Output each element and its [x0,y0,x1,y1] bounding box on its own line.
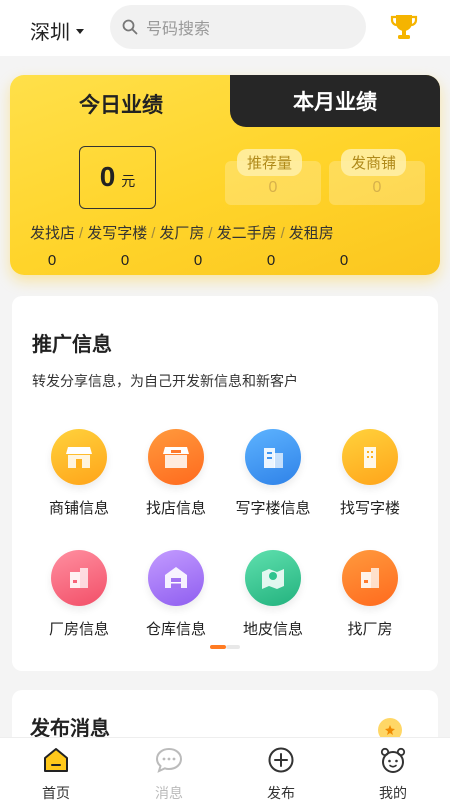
message-icon [155,747,183,773]
nav-label: 我的 [379,785,407,800]
today-amount-box: 0 元 [79,146,156,209]
stat-separator: / [208,225,213,242]
find-factory-icon [342,550,398,606]
stat-label-office: 发写字楼 [87,225,148,242]
metric-shops: 发商铺 0 [329,149,425,205]
metric-recommend: 推荐量 0 [225,149,321,205]
land-map-icon [245,550,301,606]
factory-icon [51,550,107,606]
grid-item-find-factory[interactable]: 找厂房 [322,550,418,639]
grid-item-label: 找店信息 [145,500,206,517]
amount-value: 0 [99,161,116,192]
stat-value-find-shop: 0 [47,252,57,269]
bottom-nav: 首页 消息 发布 我的 [0,737,450,800]
caret-down-icon [76,29,84,34]
find-office-icon [342,429,398,485]
home-icon [44,748,68,772]
trophy-icon[interactable] [390,12,418,42]
amount-unit: 元 [121,173,136,189]
warehouse-icon [148,550,204,606]
stat-separator: / [280,225,285,242]
grid-item-find-shop[interactable]: 找店信息 [128,429,224,518]
grid-item-label: 商铺信息 [48,500,109,517]
search-placeholder: 号码搜索 [146,21,211,38]
grid-item-label: 仓库信息 [145,621,206,638]
stat-separator: / [151,225,156,242]
grid-item-shop[interactable]: 商铺信息 [31,429,127,518]
tab-today-performance[interactable]: 今日业绩 [10,75,232,133]
office-building-icon [245,429,301,485]
shop-icon [51,429,107,485]
stat-label-factory: 发厂房 [159,225,205,242]
metric-shops-value: 0 [372,179,382,196]
promotion-card: 推广信息 转发分享信息，为自己开发新信息和新客户 商铺信息 找店信息 写字楼信息… [12,296,438,671]
page-indicator-inactive [226,645,240,649]
tab-month-performance[interactable]: 本月业绩 [230,75,440,127]
stat-value-secondhand: 0 [266,252,276,269]
stat-value-office: 0 [120,252,130,269]
stat-labels-row: 发找店 / 发写字楼 / 发厂房 / 发二手房 / 发租房 [30,222,334,243]
grid-item-label: 写字楼信息 [235,500,311,517]
grid-item-warehouse[interactable]: 仓库信息 [128,550,224,639]
stat-separator: / [79,225,84,242]
nav-item-home[interactable]: 首页 [26,746,86,800]
stat-label-find-shop: 发找店 [30,225,76,242]
grid-item-label: 找写字楼 [339,500,400,517]
stat-label-rental: 发租房 [288,225,334,242]
nav-label: 消息 [155,785,183,800]
top-header: 深圳 号码搜索 [0,0,450,56]
grid-item-label: 地皮信息 [242,621,303,638]
nav-item-publish[interactable]: 发布 [251,746,311,800]
city-label: 深圳 [30,22,70,44]
search-icon [122,19,138,35]
page-indicator-active [210,645,226,649]
nav-item-messages[interactable]: 消息 [139,746,199,800]
metric-recommend-value: 0 [268,179,278,196]
grid-item-label: 厂房信息 [48,621,109,638]
grid-item-label: 找厂房 [347,621,393,638]
stat-label-secondhand: 发二手房 [216,225,277,242]
grid-item-find-office[interactable]: 找写字楼 [322,429,418,518]
promotion-title: 推广信息 [32,334,112,356]
nav-label: 发布 [267,785,295,800]
find-shop-icon [148,429,204,485]
metric-shops-label: 发商铺 [341,149,407,176]
city-selector[interactable]: 深圳 [30,16,84,45]
performance-card: 今日业绩 本月业绩 0 元 推荐量 0 发商铺 0 发找店 / 发写字楼 / 发厂房 / 发… [10,75,440,275]
stat-value-rental: 0 [339,252,349,269]
stat-value-factory: 0 [193,252,203,269]
search-input[interactable]: 号码搜索 [110,5,366,49]
metric-recommend-label: 推荐量 [237,149,303,176]
nav-label: 首页 [42,785,70,800]
page-indicator [210,645,240,649]
grid-item-factory[interactable]: 厂房信息 [31,550,127,639]
add-circle-icon [268,747,294,773]
grid-item-land[interactable]: 地皮信息 [225,550,321,639]
grid-item-office[interactable]: 写字楼信息 [225,429,321,518]
profile-icon [380,747,406,773]
nav-item-profile[interactable]: 我的 [363,746,423,800]
promotion-subtitle: 转发分享信息，为自己开发新信息和新客户 [32,373,298,389]
